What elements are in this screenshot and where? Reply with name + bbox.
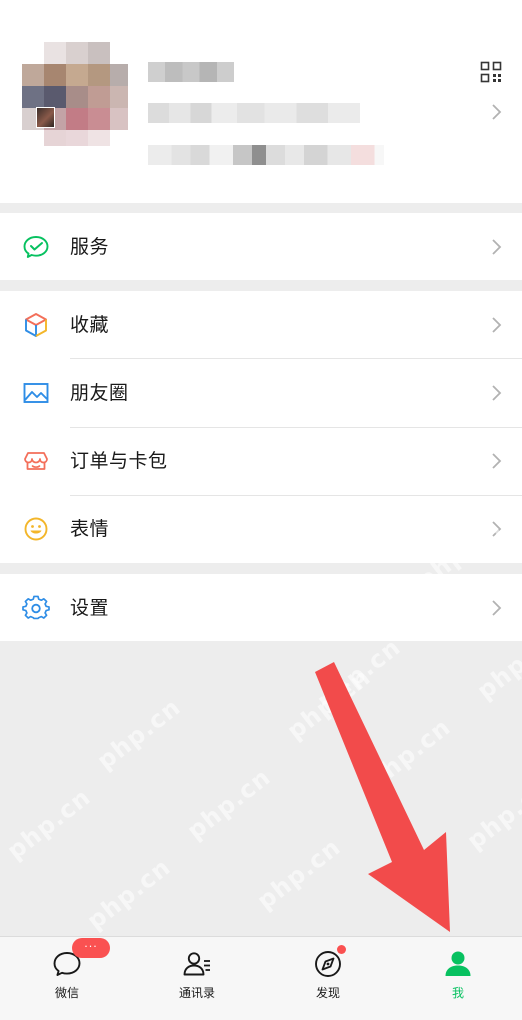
cube-icon xyxy=(25,313,47,337)
wechat-id-obscured xyxy=(148,103,360,123)
menu-item-label: 收藏 xyxy=(70,314,110,336)
menu-item-label: 表情 xyxy=(70,518,110,540)
red-dot-badge xyxy=(337,945,346,954)
image-icon xyxy=(23,383,49,403)
menu-item-settings[interactable]: 设置 xyxy=(0,574,522,642)
chevron-right-icon xyxy=(492,600,502,616)
menu-group-services: 服务 xyxy=(0,213,522,280)
watermark: php.cn xyxy=(361,712,457,796)
menu-item-orders-cards[interactable]: 订单与卡包 xyxy=(0,427,522,495)
profile-header[interactable] xyxy=(0,0,522,203)
nickname-obscured xyxy=(148,62,234,82)
tab-chats[interactable]: 微信 xyxy=(2,937,132,1020)
chevron-right-icon xyxy=(492,453,502,469)
tab-label: 通讯录 xyxy=(178,986,215,1000)
menu-item-services[interactable]: 服务 xyxy=(0,213,522,281)
chevron-right-icon[interactable] xyxy=(490,102,502,122)
tab-discover[interactable]: 发现 xyxy=(263,937,393,1020)
menu-item-stickers[interactable]: 表情 xyxy=(0,495,522,563)
menu-group-settings: 设置 xyxy=(0,574,522,641)
tab-me[interactable]: 我 xyxy=(393,937,522,1020)
gear-icon xyxy=(22,595,50,620)
smiley-icon xyxy=(24,517,48,541)
contacts-icon xyxy=(183,952,210,976)
wallet-icon xyxy=(24,452,48,470)
chevron-right-icon xyxy=(492,521,502,537)
menu-item-moments[interactable]: 朋友圈 xyxy=(0,359,522,427)
chevron-right-icon xyxy=(492,317,502,333)
watermark: php.cn xyxy=(181,762,277,846)
menu-item-label: 朋友圈 xyxy=(70,382,129,404)
watermark: php.cn xyxy=(91,692,187,776)
watermark: php.cn xyxy=(251,832,347,916)
unread-badge: ··· xyxy=(72,938,110,958)
watermark: php.cn xyxy=(281,662,377,746)
avatar-status-badge xyxy=(36,107,55,128)
menu-group-main: 收藏 朋友圈 订单与卡包 表情 xyxy=(0,291,522,563)
tab-label: 我 xyxy=(451,986,464,1000)
wechat-pay-icon xyxy=(23,236,49,258)
watermark: php.cn xyxy=(81,852,177,936)
menu-item-collections[interactable]: 收藏 xyxy=(0,291,522,359)
menu-item-label: 设置 xyxy=(70,597,110,619)
person-icon xyxy=(445,951,471,976)
chevron-right-icon xyxy=(492,239,502,255)
qr-code-icon[interactable] xyxy=(480,60,502,84)
menu-item-label: 订单与卡包 xyxy=(70,450,168,472)
watermark: php.cn xyxy=(311,632,407,716)
status-obscured xyxy=(148,145,384,165)
watermark: php.cn xyxy=(1,782,97,866)
menu-item-label: 服务 xyxy=(70,236,110,258)
tab-contacts[interactable]: 通讯录 xyxy=(132,937,262,1020)
watermark: php.cn xyxy=(461,772,522,856)
tab-label: 微信 xyxy=(54,986,79,1000)
tab-label: 发现 xyxy=(315,986,340,1000)
chevron-right-icon xyxy=(492,385,502,401)
avatar[interactable] xyxy=(22,42,128,146)
